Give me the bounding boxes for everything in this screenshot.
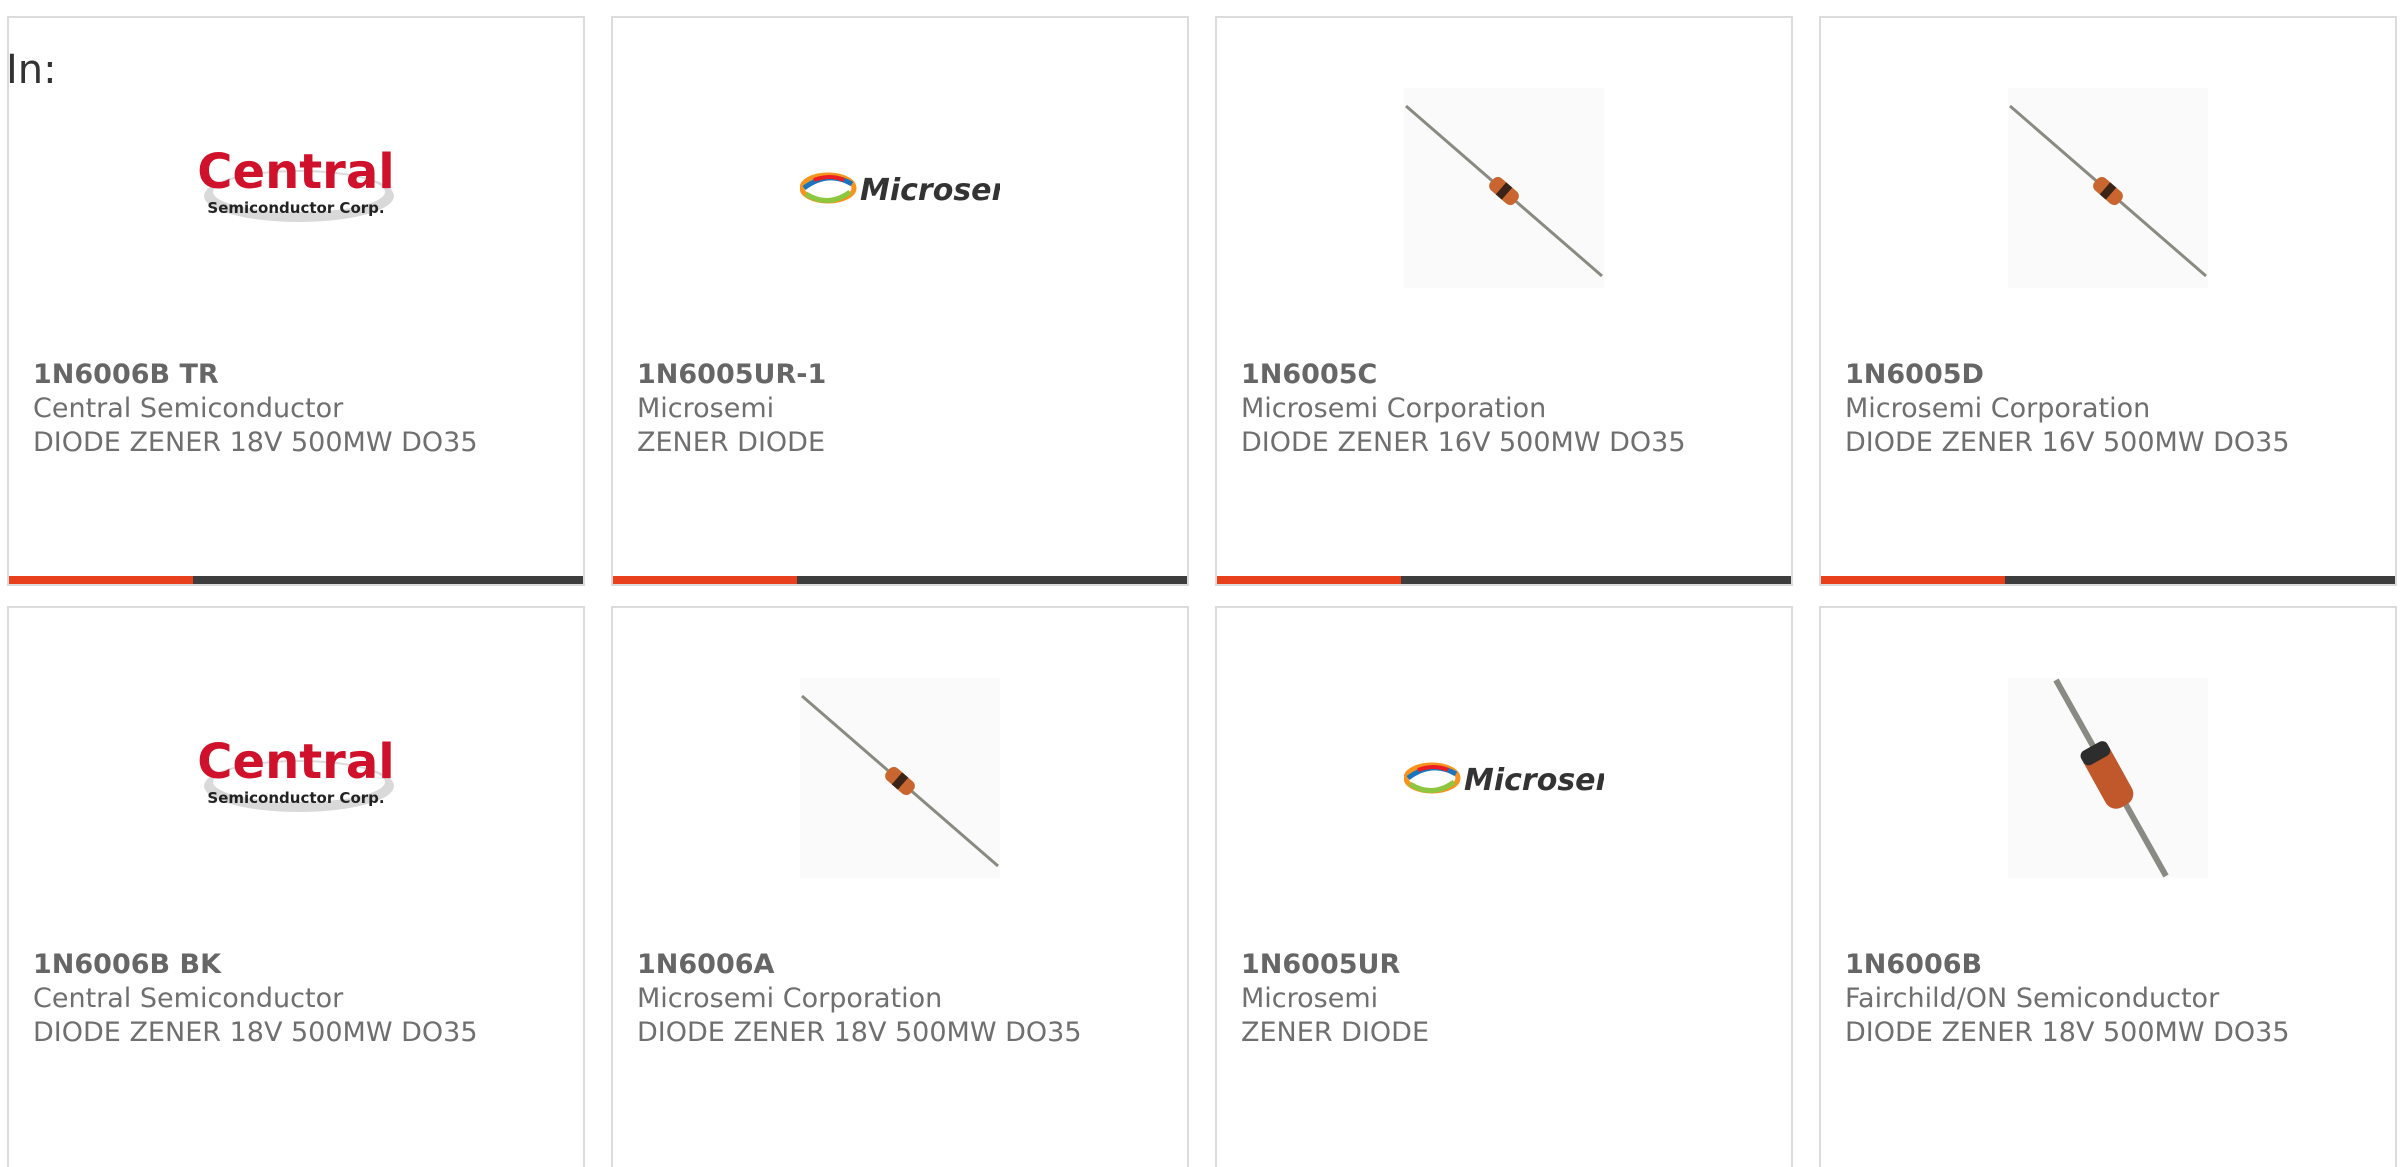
part-number[interactable]: 1N6005C [1241,358,1686,392]
part-number[interactable]: 1N6005D [1845,358,2290,392]
part-number[interactable]: 1N6006B [1845,948,2290,982]
manufacturer: Microsemi [1241,983,1379,1014]
manufacturer: Central Semiconductor [33,393,344,424]
manufacturer: Microsemi Corporation [1845,393,2151,424]
manufacturer: Microsemi [637,393,775,424]
description: ZENER DIODE [637,427,826,458]
central-semiconductor-logo-icon: Central Semiconductor Corp. [196,678,396,878]
product-card[interactable]: 1N6006A Microsemi Corporation DIODE ZENE… [611,606,1189,1167]
progress-bar [9,576,583,584]
description: ZENER DIODE [1241,1017,1430,1048]
product-card[interactable]: 1N6006B Fairchild/ON Semiconductor DIODE… [1819,606,2397,1167]
axial-diode-icon [2008,88,2208,288]
part-number[interactable]: 1N6006B BK [33,948,478,982]
svg-text:Central: Central [197,144,394,200]
manufacturer: Microsemi Corporation [1241,393,1547,424]
progress-fill [1821,576,2005,584]
part-number[interactable]: 1N6006B TR [33,358,478,392]
microsemi-logo-icon: Microsemi [1404,678,1604,878]
axial-diode-icon [800,678,1000,878]
microsemi-logo-icon: Microsemi [800,88,1000,288]
progress-bar [1821,576,2395,584]
manufacturer: Fairchild/ON Semiconductor [1845,983,2220,1014]
product-card[interactable]: Central Semiconductor Corp. 1N6006B BK C… [7,606,585,1167]
progress-fill [613,576,797,584]
manufacturer: Central Semiconductor [33,983,344,1014]
progress-fill [1217,576,1401,584]
description: DIODE ZENER 18V 500MW DO35 [637,1017,1082,1048]
manufacturer: Microsemi Corporation [637,983,943,1014]
product-card[interactable]: 1N6005D Microsemi Corporation DIODE ZENE… [1819,16,2397,586]
description: DIODE ZENER 18V 500MW DO35 [1845,1017,2290,1048]
description: DIODE ZENER 16V 500MW DO35 [1241,427,1686,458]
svg-text:Semiconductor Corp.: Semiconductor Corp. [207,789,384,807]
axial-diode-icon [1404,88,1604,288]
product-card[interactable]: 1N6005C Microsemi Corporation DIODE ZENE… [1215,16,1793,586]
axial-diode-closeup-icon [2008,678,2208,878]
product-card[interactable]: Central Semiconductor Corp. 1N6006B TR C… [7,16,585,586]
part-number[interactable]: 1N6005UR-1 [637,358,826,392]
progress-fill [9,576,193,584]
description: DIODE ZENER 16V 500MW DO35 [1845,427,2290,458]
description: DIODE ZENER 18V 500MW DO35 [33,427,478,458]
svg-text:Central: Central [197,734,394,790]
progress-bar [613,576,1187,584]
svg-text:Microsemi: Microsemi [860,173,1000,208]
part-number[interactable]: 1N6005UR [1241,948,1429,982]
product-card[interactable]: Microsemi 1N6005UR Microsemi ZENER DIODE [1215,606,1793,1167]
svg-text:Semiconductor Corp.: Semiconductor Corp. [207,199,384,217]
svg-text:Microsemi: Microsemi [1464,763,1604,798]
in-label: In: [6,47,57,93]
description: DIODE ZENER 18V 500MW DO35 [33,1017,478,1048]
central-semiconductor-logo-icon: Central Semiconductor Corp. [196,88,396,288]
progress-bar [1217,576,1791,584]
product-card[interactable]: Microsemi 1N6005UR-1 Microsemi ZENER DIO… [611,16,1189,586]
part-number[interactable]: 1N6006A [637,948,1082,982]
